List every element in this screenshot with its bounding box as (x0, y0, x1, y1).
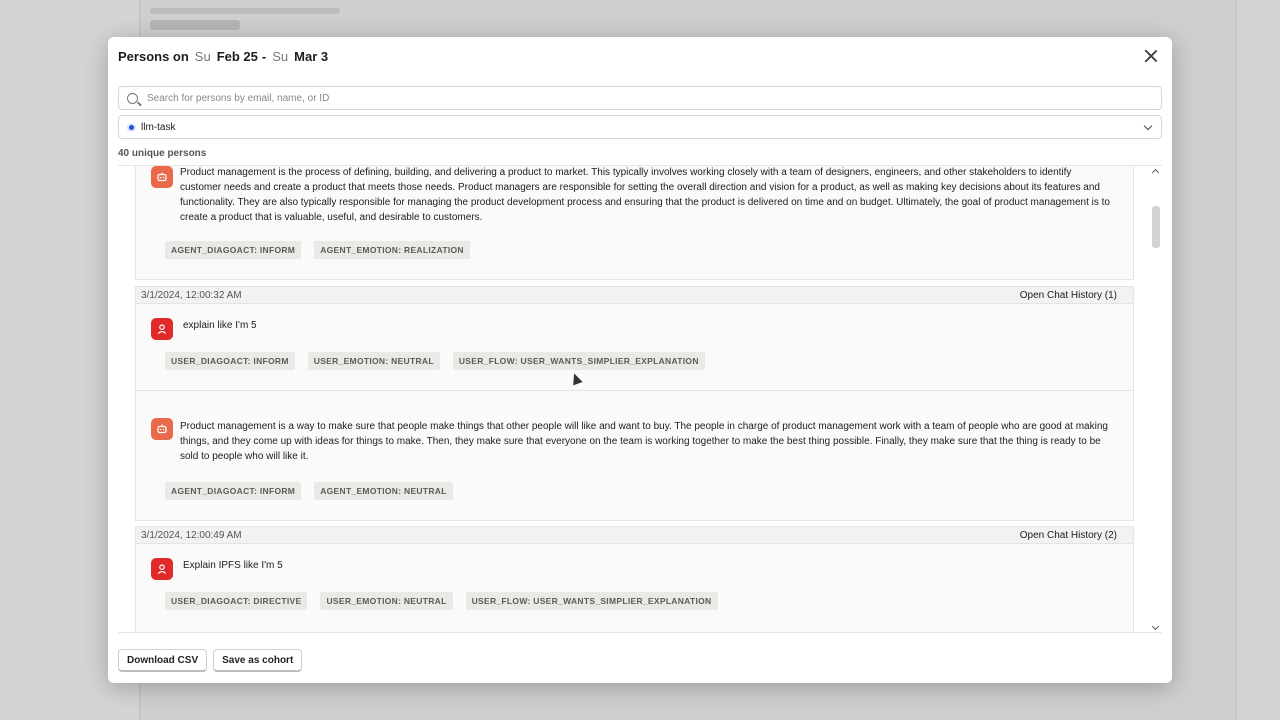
tag: AGENT_DIAGOACT: INFORM (165, 241, 302, 259)
user-message: explain like I'm 5 (183, 320, 257, 331)
tag: AGENT_EMOTION: NEUTRAL (314, 482, 453, 500)
background-right-panel (1236, 0, 1280, 720)
end-date: Mar 3 (294, 49, 329, 64)
message-timestamp-bar: 3/1/2024, 12:00:49 AM Open Chat History … (135, 526, 1134, 544)
date-separator: - (261, 49, 267, 64)
persons-modal: Persons on Su Feb 25 - Su Mar 3 llm-task… (108, 37, 1172, 683)
vertical-scrollbar[interactable] (1150, 166, 1160, 632)
series-color-dot (127, 122, 136, 132)
tag: USER_EMOTION: NEUTRAL (320, 592, 453, 610)
tag: AGENT_EMOTION: REALIZATION (314, 241, 470, 259)
chevron-down-icon (1143, 121, 1153, 131)
message-tags: AGENT_DIAGOACT: INFORM AGENT_EMOTION: NE… (165, 482, 453, 500)
tag: USER_DIAGOACT: INFORM (165, 352, 295, 370)
title-prefix: Persons on (118, 49, 189, 64)
series-select[interactable]: llm-task (118, 115, 1162, 139)
robot-icon (151, 418, 173, 440)
search-input[interactable] (147, 92, 1047, 104)
agent-message: Product management is the process of def… (180, 167, 1110, 223)
tag: USER_DIAGOACT: DIRECTIVE (165, 592, 308, 610)
download-csv-button[interactable]: Download CSV (118, 649, 208, 672)
message-timestamp: 3/1/2024, 12:00:32 AM (141, 289, 242, 301)
user-icon (151, 318, 173, 340)
open-chat-history-link[interactable]: Open Chat History (2) (1020, 530, 1117, 541)
scroll-up-icon[interactable] (1151, 168, 1160, 177)
message-tags: USER_DIAGOACT: INFORM USER_EMOTION: NEUT… (165, 352, 705, 370)
start-day-of-week: Su (194, 49, 211, 64)
user-icon (151, 558, 173, 580)
message-tags: USER_DIAGOACT: DIRECTIVE USER_EMOTION: N… (165, 592, 718, 610)
tag: AGENT_DIAGOACT: INFORM (165, 482, 302, 500)
background-title (150, 20, 240, 30)
tag: USER_FLOW: USER_WANTS_SIMPLIER_EXPLANATI… (452, 352, 705, 370)
message-timestamp-bar: 3/1/2024, 12:00:32 AM Open Chat History … (135, 286, 1134, 304)
persons-count: 40 unique persons (118, 148, 207, 159)
open-chat-history-link[interactable]: Open Chat History (1) (1020, 290, 1117, 301)
conversation-list[interactable]: Product management is the process of def… (118, 165, 1162, 633)
agent-message: Product management is a way to make sure… (180, 421, 1108, 462)
series-select-value: llm-task (141, 121, 176, 133)
user-message: Explain IPFS like I'm 5 (183, 560, 283, 571)
robot-icon (151, 166, 173, 188)
modal-title: Persons on Su Feb 25 - Su Mar 3 (118, 49, 328, 69)
background-breadcrumb (150, 8, 340, 14)
start-date: Feb 25 (216, 49, 258, 64)
search-icon (127, 92, 138, 104)
tag: USER_EMOTION: NEUTRAL (307, 352, 440, 370)
message-block (135, 544, 1134, 632)
scroll-down-icon[interactable] (1151, 622, 1160, 631)
save-as-cohort-button[interactable]: Save as cohort (213, 649, 303, 672)
message-timestamp: 3/1/2024, 12:00:49 AM (141, 529, 242, 541)
tag: USER_FLOW: USER_WANTS_SIMPLIER_EXPLANATI… (465, 592, 718, 610)
end-day-of-week: Su (272, 49, 289, 64)
modal-footer: Download CSV Save as cohort (118, 649, 303, 672)
search-box (118, 86, 1162, 110)
close-icon[interactable] (1144, 49, 1158, 63)
scrollbar-thumb[interactable] (1152, 206, 1160, 248)
message-block (135, 304, 1134, 390)
message-tags: AGENT_DIAGOACT: INFORM AGENT_EMOTION: RE… (165, 241, 470, 259)
